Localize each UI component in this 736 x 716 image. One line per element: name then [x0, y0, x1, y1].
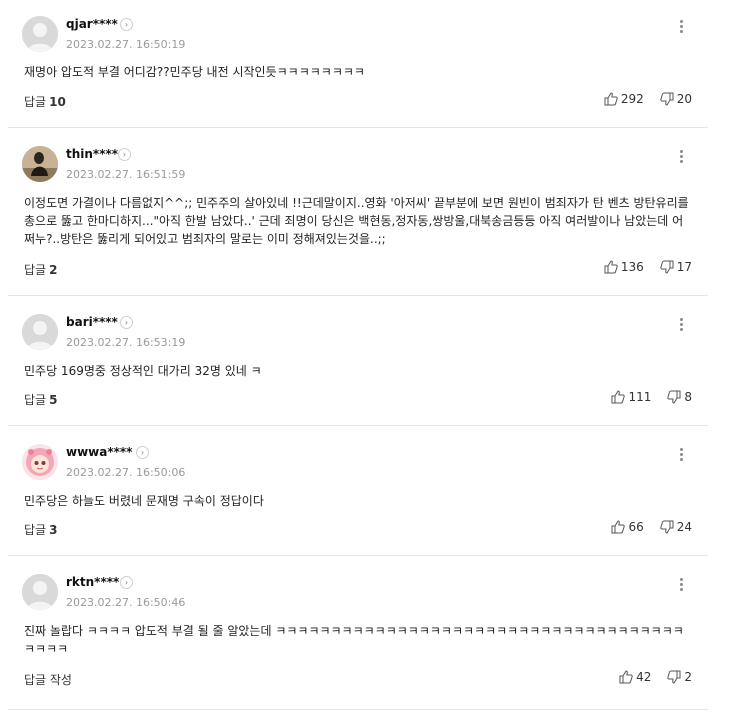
comment-text: 재명아 압도적 부결 어디감??민주당 내전 시작인듯ㅋㅋㅋㅋㅋㅋㅋㅋ: [24, 65, 365, 79]
comment-item: rktn**** › 2023.02.27. 16:50:46 진짜 놀랍다 ㅋ…: [8, 556, 708, 710]
more-options-icon[interactable]: [674, 18, 688, 36]
cartoon-avatar-icon[interactable]: [22, 444, 58, 480]
reply-count: 3: [49, 523, 58, 537]
timestamp: 2023.02.27. 16:51:59: [66, 168, 186, 181]
thumbs-up-icon: [611, 520, 626, 534]
thumbs-down-icon: [667, 390, 681, 404]
like-button[interactable]: 42: [619, 670, 651, 684]
reply-count: 5: [49, 393, 58, 407]
thumbs-up-icon: [619, 670, 633, 684]
more-options-icon[interactable]: [674, 446, 688, 464]
thumbs-up-icon: [604, 92, 618, 106]
like-button[interactable]: 66: [611, 520, 644, 534]
vote-group: 111 8: [611, 390, 692, 404]
comment-list: qjar**** › 2023.02.27. 16:50:19 재명아 압도적 …: [8, 0, 708, 710]
vote-group: 292 20: [604, 92, 692, 106]
default-avatar-icon[interactable]: [22, 574, 58, 610]
more-options-icon[interactable]: [674, 576, 688, 594]
reply-button[interactable]: 답글 3: [24, 521, 57, 538]
comment-text: 이정도면 가결이나 다름없지^^;; 민주주의 살아있네 !!근데말이지..영화…: [24, 196, 693, 246]
chevron-right-icon[interactable]: ›: [118, 148, 131, 161]
more-options-icon[interactable]: [674, 316, 688, 334]
dislike-count: 17: [676, 260, 692, 274]
comment-text: 진짜 놀랍다 ㅋㅋㅋㅋ 압도적 부결 될 줄 알았는데 ㅋㅋㅋㅋㅋㅋㅋㅋㅋㅋㅋㅋ…: [24, 624, 684, 656]
chevron-right-icon[interactable]: ›: [120, 576, 133, 589]
chevron-right-icon[interactable]: ›: [136, 446, 149, 459]
like-button[interactable]: 111: [611, 390, 651, 404]
dislike-button[interactable]: 2: [667, 670, 692, 684]
nickname[interactable]: wwwa****: [66, 445, 132, 459]
like-count: 292: [620, 92, 644, 106]
like-count: 136: [620, 260, 644, 274]
vote-group: 136 17: [604, 260, 692, 274]
reply-write-button[interactable]: 답글 작성: [24, 671, 72, 688]
nickname[interactable]: thin****: [66, 147, 118, 161]
comment-text: 민주당 169명중 정상적인 대가리 32명 있네 ㅋ: [24, 364, 262, 378]
reply-button[interactable]: 답글 2: [24, 261, 57, 278]
reply-label: 답글: [24, 393, 47, 407]
like-count: 66: [628, 520, 644, 534]
chevron-right-icon[interactable]: ›: [120, 18, 133, 31]
thumbs-down-icon: [660, 260, 674, 274]
dislike-button[interactable]: 8: [667, 390, 692, 404]
nickname[interactable]: bari****: [66, 315, 118, 329]
comment-item: bari**** › 2023.02.27. 16:53:19 민주당 169명…: [8, 296, 708, 426]
like-button[interactable]: 292: [604, 92, 644, 106]
thumbs-down-icon: [660, 520, 674, 534]
dislike-count: 24: [676, 520, 692, 534]
dislike-button[interactable]: 20: [660, 92, 692, 106]
reply-write-label: 답글 작성: [24, 673, 72, 687]
thumbs-up-icon: [604, 260, 618, 274]
vote-group: 66 24: [611, 520, 692, 534]
default-avatar-icon[interactable]: [22, 314, 58, 350]
photo-avatar-icon[interactable]: [22, 146, 58, 182]
default-avatar-icon[interactable]: [22, 16, 58, 52]
dislike-button[interactable]: 24: [660, 520, 692, 534]
nickname[interactable]: rktn****: [66, 575, 119, 589]
timestamp: 2023.02.27. 16:50:46: [66, 596, 186, 609]
dislike-count: 20: [676, 92, 692, 106]
dislike-button[interactable]: 17: [660, 260, 692, 274]
reply-count: 2: [49, 263, 58, 277]
thumbs-down-icon: [660, 92, 674, 106]
comment-item: wwwa**** › 2023.02.27. 16:50:06 민주당은 하늘도…: [8, 426, 708, 556]
timestamp: 2023.02.27. 16:50:06: [66, 466, 186, 479]
like-button[interactable]: 136: [604, 260, 644, 274]
reply-label: 답글: [24, 523, 47, 537]
like-count: 111: [628, 390, 652, 404]
comment-text: 민주당은 하늘도 버렸네 문재명 구속이 정답이다: [24, 494, 264, 508]
reply-count: 10: [49, 95, 66, 109]
vote-group: 42 2: [619, 670, 692, 684]
comment-item: qjar**** › 2023.02.27. 16:50:19 재명아 압도적 …: [8, 0, 708, 128]
comment-item: thin**** › 2023.02.27. 16:51:59 이정도면 가결이…: [8, 128, 708, 296]
thumbs-down-icon: [667, 670, 681, 684]
dislike-count: 2: [684, 670, 692, 684]
nickname[interactable]: qjar****: [66, 17, 118, 31]
timestamp: 2023.02.27. 16:50:19: [66, 38, 186, 51]
like-count: 42: [636, 670, 652, 684]
reply-label: 답글: [24, 263, 47, 277]
reply-button[interactable]: 답글 10: [24, 93, 66, 110]
reply-label: 답글: [24, 95, 47, 109]
reply-button[interactable]: 답글 5: [24, 391, 57, 408]
more-options-icon[interactable]: [674, 148, 688, 166]
timestamp: 2023.02.27. 16:53:19: [66, 336, 186, 349]
dislike-count: 8: [684, 390, 692, 404]
thumbs-up-icon: [611, 390, 626, 404]
chevron-right-icon[interactable]: ›: [120, 316, 133, 329]
